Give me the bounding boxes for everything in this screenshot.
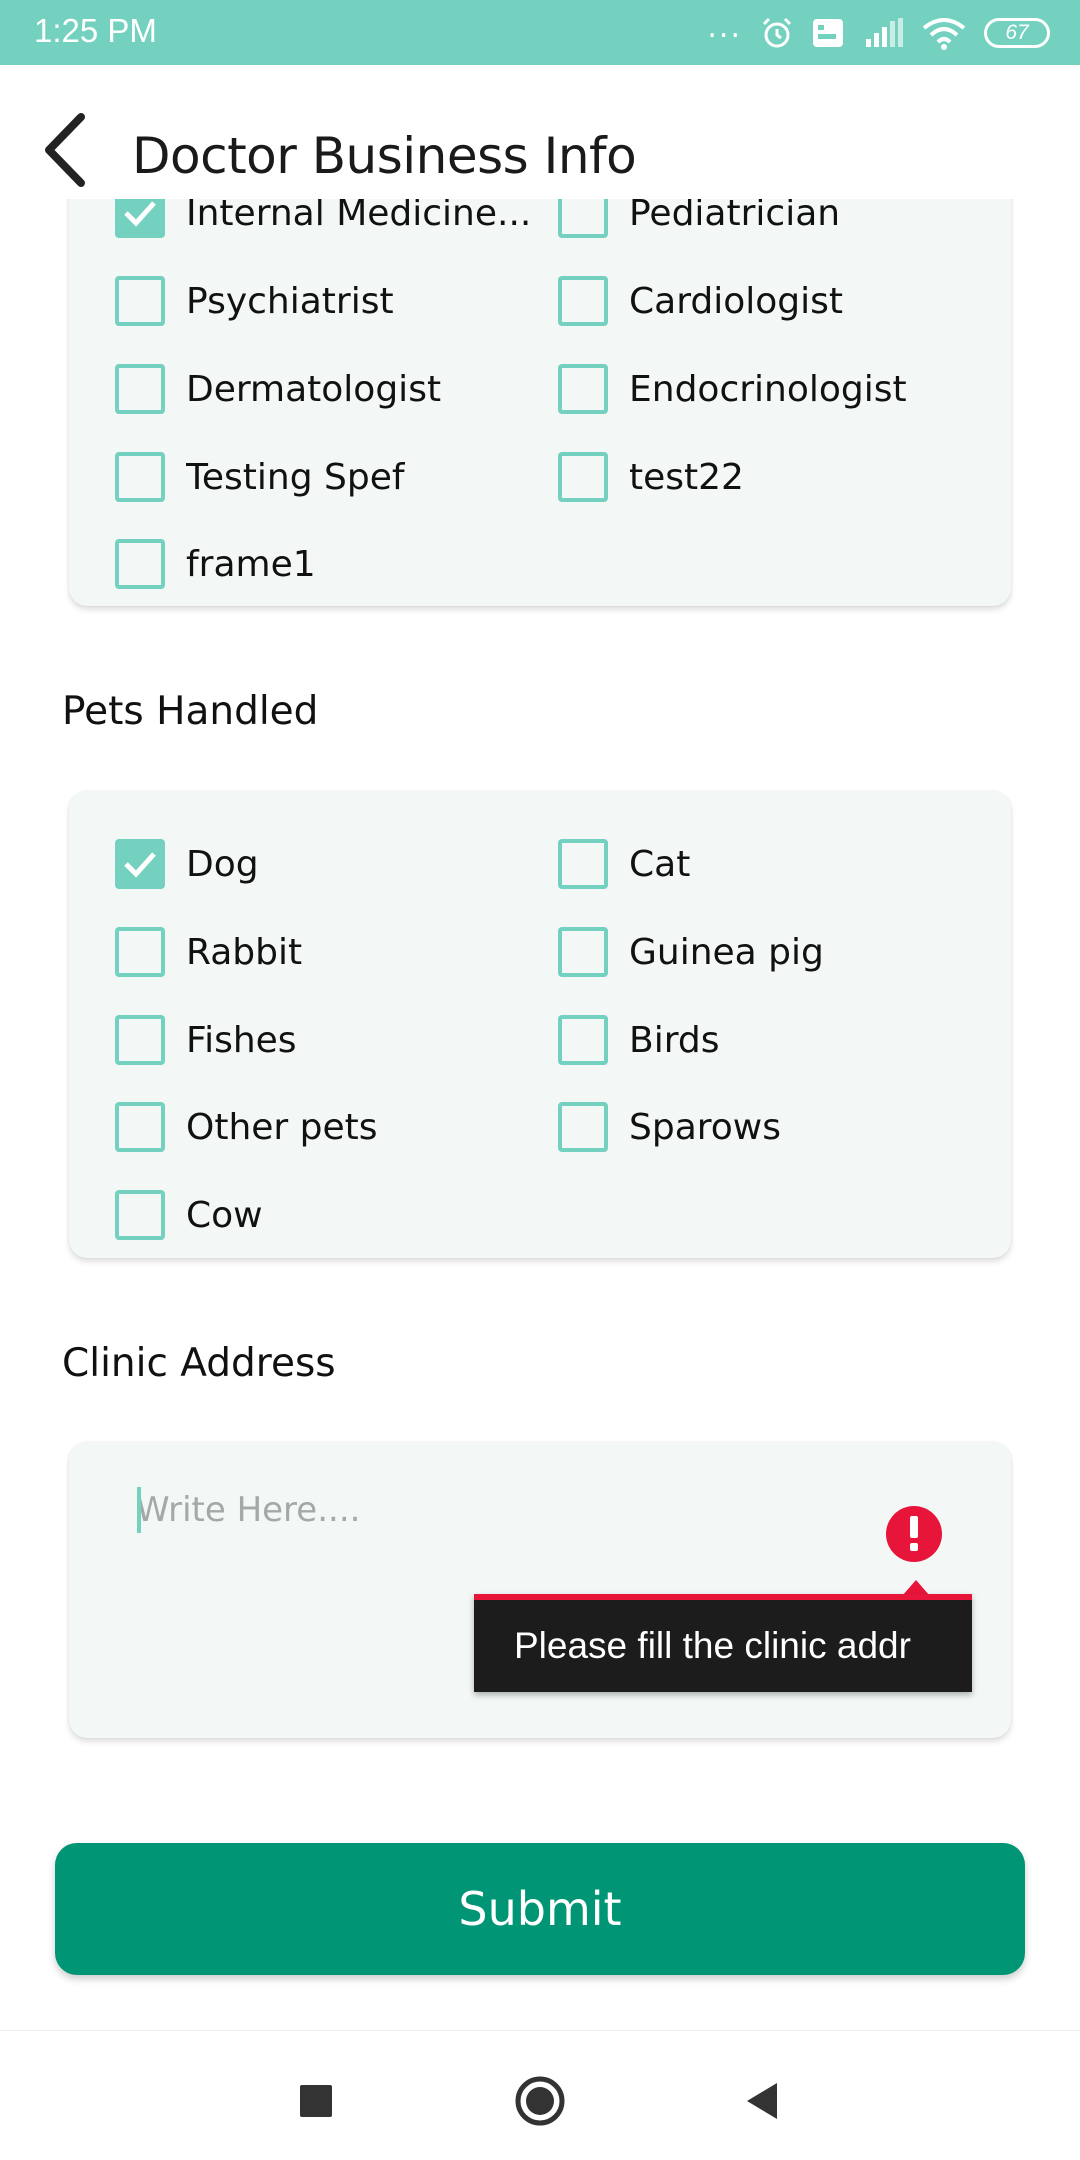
clinic-address-input[interactable]	[136, 1480, 716, 1540]
checkbox[interactable]	[558, 839, 608, 889]
checkbox-label: Cow	[186, 1194, 263, 1236]
checkbox-option[interactable]: Psychiatrist	[115, 274, 394, 328]
checkbox-option[interactable]: test22	[558, 450, 744, 504]
checkbox[interactable]	[115, 1190, 165, 1240]
checkbox-option[interactable]: Dog	[115, 837, 259, 891]
notification-dots: ...	[707, 10, 742, 45]
status-bar: 1:25 PM ... 67	[0, 0, 1080, 65]
checkbox-label: frame1	[186, 543, 316, 585]
status-icons: ... 67	[707, 13, 1050, 53]
volte-icon	[813, 19, 843, 47]
checkbox-label: Endocrinologist	[629, 368, 907, 410]
checkbox[interactable]	[558, 927, 608, 977]
checkbox-label: Cardiologist	[629, 280, 843, 322]
checkbox-option[interactable]: Rabbit	[115, 925, 302, 979]
circle-icon	[515, 2076, 565, 2126]
checkbox-checked[interactable]	[115, 839, 165, 889]
battery-icon: 67	[984, 18, 1050, 48]
square-icon	[300, 2085, 332, 2117]
pets-section-title: Pets Handled	[62, 689, 319, 734]
checkbox[interactable]	[115, 1015, 165, 1065]
checkbox[interactable]	[558, 364, 608, 414]
text-cursor	[137, 1487, 141, 1533]
checkbox-option[interactable]: Endocrinologist	[558, 362, 907, 416]
checkbox-option[interactable]: frame1	[115, 537, 316, 591]
checkbox[interactable]	[115, 1102, 165, 1152]
exclamation-icon	[910, 1516, 918, 1551]
checkbox-label: Birds	[629, 1019, 720, 1061]
error-tooltip-text: Please fill the clinic addr	[514, 1625, 911, 1666]
chevron-left-icon	[45, 113, 85, 187]
checkbox[interactable]	[115, 452, 165, 502]
alarm-icon	[762, 17, 792, 48]
check-icon	[124, 852, 156, 878]
checkbox-option[interactable]: Dermatologist	[115, 362, 441, 416]
wifi-icon	[922, 18, 966, 50]
page-title: Doctor Business Info	[132, 127, 637, 185]
error-icon[interactable]	[886, 1506, 942, 1562]
back-nav-button[interactable]	[722, 2061, 802, 2141]
checkbox-option[interactable]: Birds	[558, 1013, 719, 1067]
checkbox[interactable]	[115, 539, 165, 589]
check-icon	[124, 201, 156, 227]
triangle-back-icon	[747, 2083, 777, 2119]
checkbox[interactable]	[115, 276, 165, 326]
checkbox-option[interactable]: Cow	[115, 1188, 263, 1242]
recents-button[interactable]	[276, 2061, 356, 2141]
checkbox-label: Testing Spef	[186, 456, 405, 498]
checkbox-label: Fishes	[186, 1019, 297, 1061]
checkbox-option[interactable]: Sparows	[558, 1100, 781, 1154]
checkbox-label: Guinea pig	[629, 931, 824, 973]
checkbox[interactable]	[115, 364, 165, 414]
checkbox-label: test22	[629, 456, 744, 498]
submit-button[interactable]: Submit	[55, 1843, 1025, 1975]
checkbox-option[interactable]: Cat	[558, 837, 690, 891]
checkbox-option[interactable]: Cardiologist	[558, 274, 843, 328]
app-bar: Doctor Business Info	[0, 65, 1080, 199]
clinic-address-title: Clinic Address	[62, 1341, 336, 1386]
home-button[interactable]	[500, 2061, 580, 2141]
checkbox-label: Sparows	[629, 1106, 781, 1148]
checkbox[interactable]	[558, 452, 608, 502]
checkbox-label: Psychiatrist	[186, 280, 394, 322]
checkbox[interactable]	[558, 276, 608, 326]
checkbox-option[interactable]: Fishes	[115, 1013, 297, 1067]
checkbox-option[interactable]: Testing Spef	[115, 450, 405, 504]
checkbox[interactable]	[115, 927, 165, 977]
checkbox-label: Dog	[186, 843, 259, 885]
checkbox-option[interactable]: Other pets	[115, 1100, 378, 1154]
error-tooltip: Please fill the clinic addr	[474, 1594, 972, 1692]
signal-icon	[866, 18, 903, 47]
system-nav-bar	[0, 2030, 1080, 2160]
status-time: 1:25 PM	[34, 12, 157, 49]
back-button[interactable]	[30, 109, 100, 191]
checkbox-label: Dermatologist	[186, 368, 442, 410]
checkbox-label: Cat	[629, 843, 691, 885]
checkbox[interactable]	[558, 1015, 608, 1065]
checkbox-option[interactable]: Guinea pig	[558, 925, 824, 979]
checkbox-label: Rabbit	[186, 931, 303, 973]
checkbox[interactable]	[558, 1102, 608, 1152]
checkbox-label: Other pets	[186, 1106, 378, 1148]
